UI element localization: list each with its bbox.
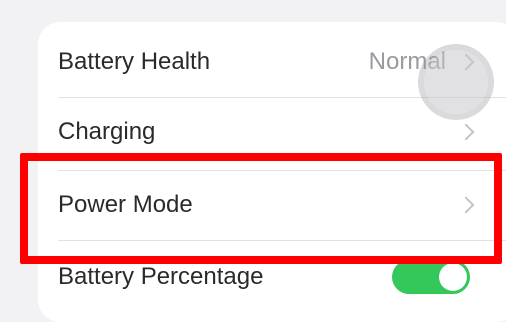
battery-health-label: Battery Health [58, 48, 211, 75]
battery-percentage-label: Battery Percentage [58, 263, 264, 290]
chevron-right-icon [457, 123, 475, 141]
touch-indicator-icon [424, 50, 488, 114]
highlight-box [20, 153, 502, 264]
toggle-knob [439, 263, 467, 291]
charging-label: Charging [58, 118, 156, 145]
battery-percentage-toggle[interactable] [392, 260, 470, 294]
